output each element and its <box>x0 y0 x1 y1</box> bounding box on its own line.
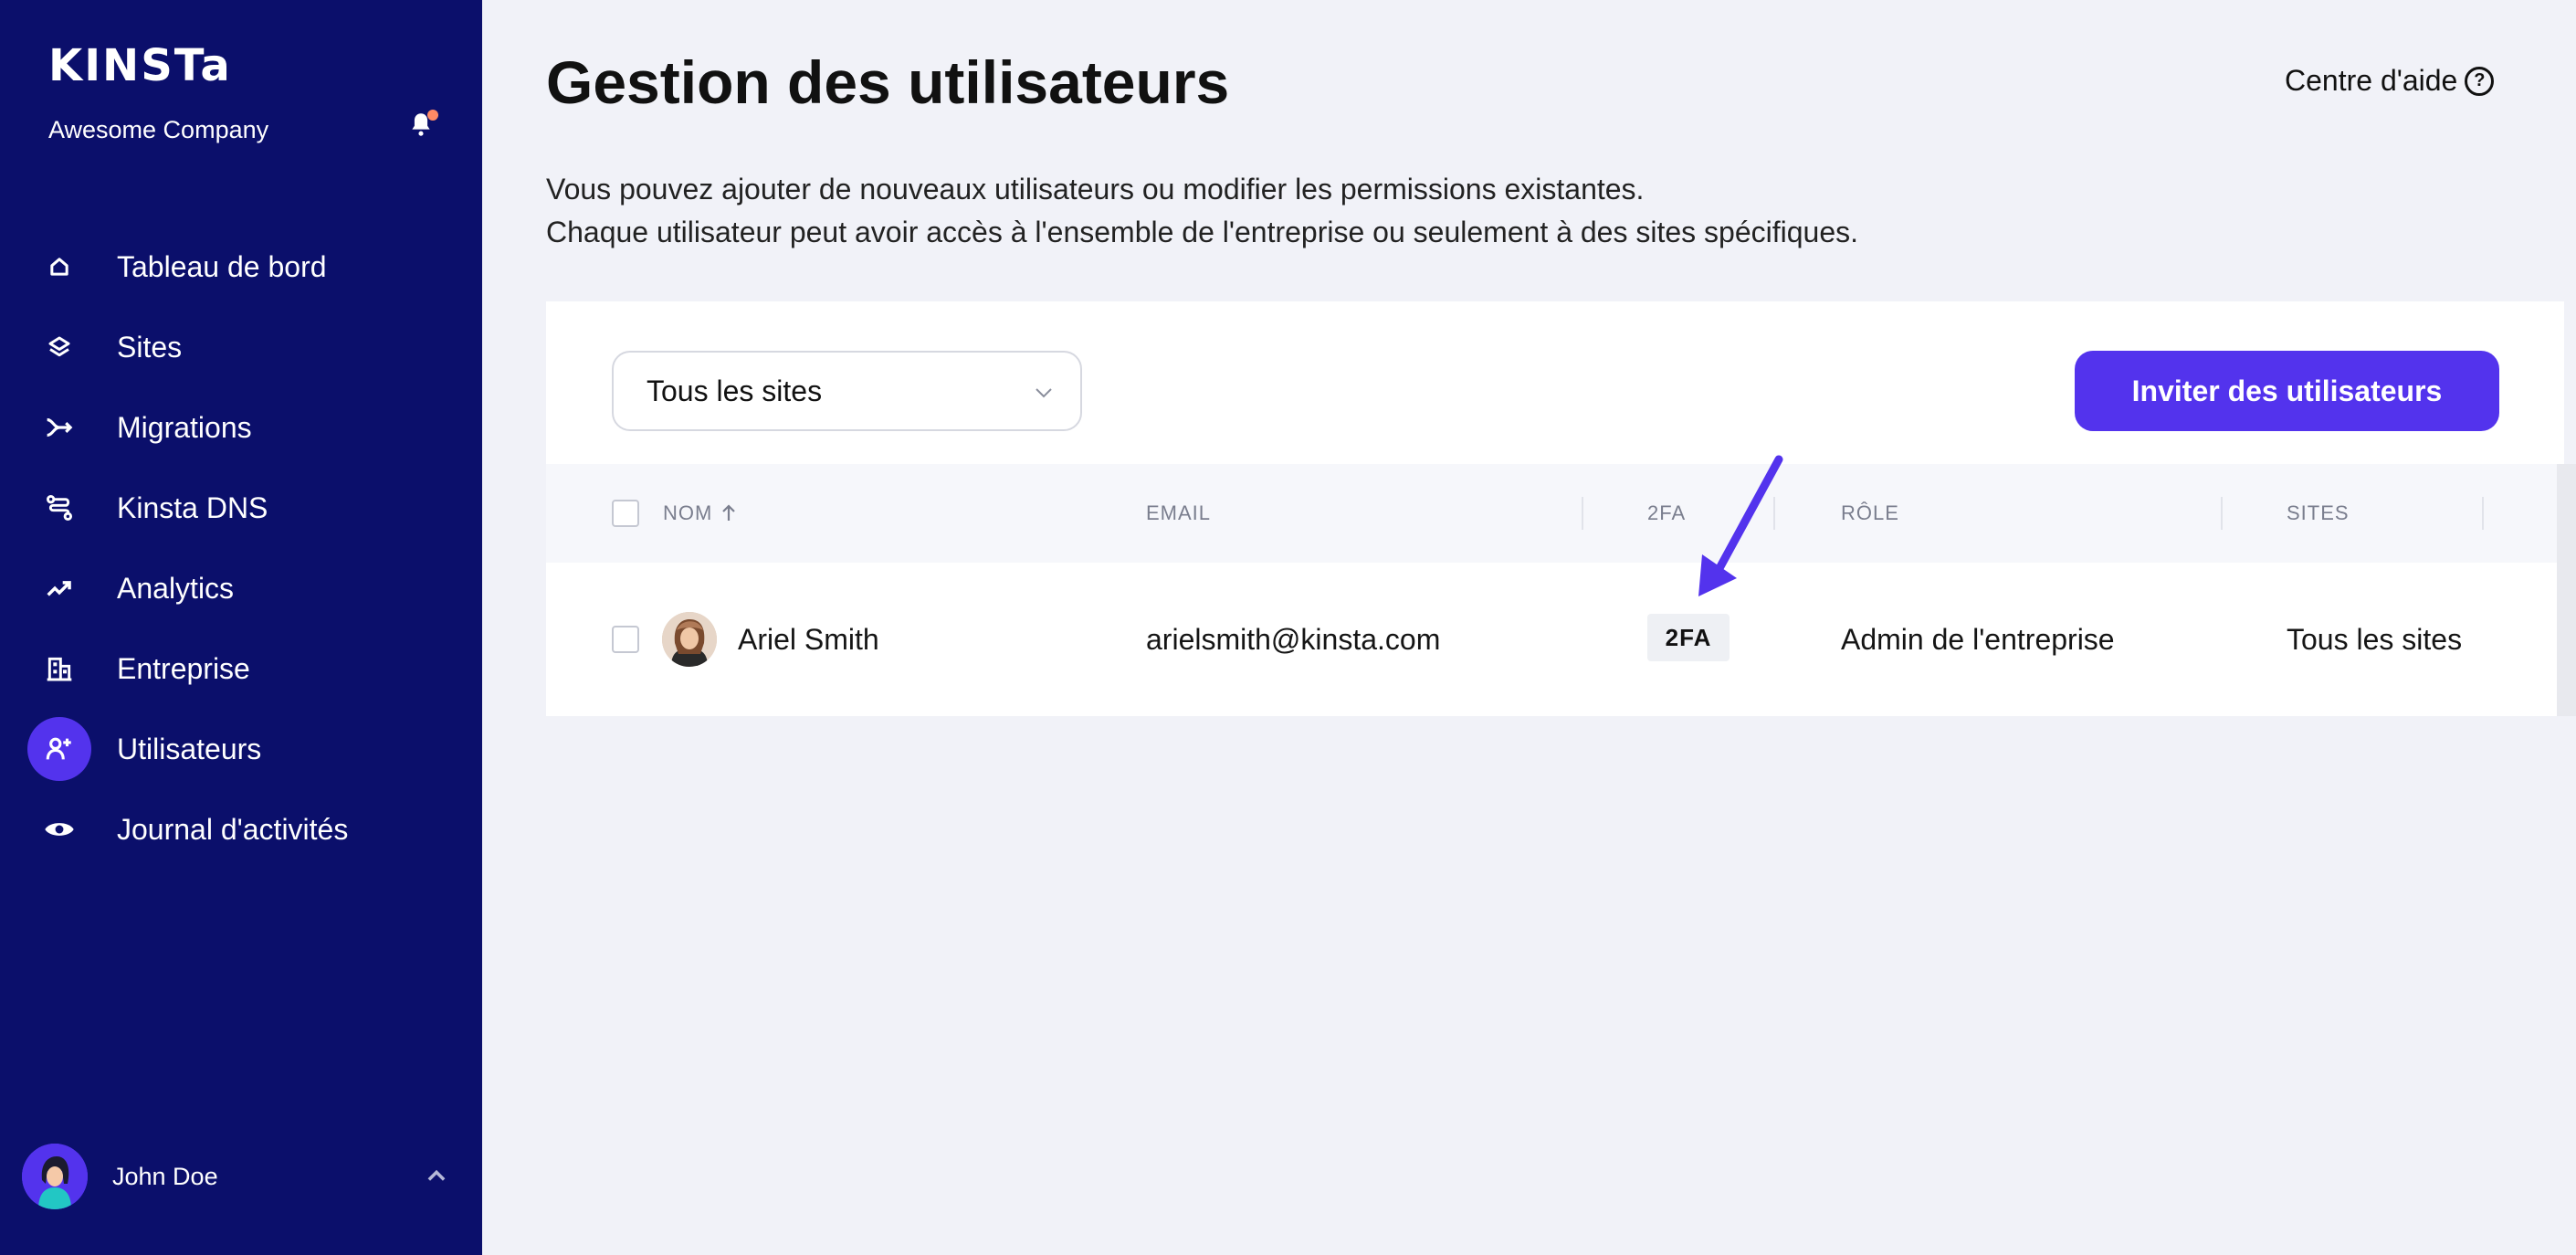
sidebar-item-label: Entreprise <box>117 651 250 685</box>
column-divider <box>1582 497 1583 530</box>
sidebar-item-dns[interactable]: Kinsta DNS <box>0 468 482 548</box>
description-line: Chaque utilisateur peut avoir accès à l'… <box>546 216 1859 248</box>
sort-ascending-icon[interactable] <box>720 503 738 523</box>
column-header-name[interactable]: NOM <box>663 464 738 563</box>
column-header-email: EMAIL <box>1146 464 1211 563</box>
user-name-cell: Ariel Smith <box>738 622 879 656</box>
sidebar-item-sites[interactable]: Sites <box>0 307 482 387</box>
annotation-arrow-icon <box>1698 455 1783 596</box>
sidebar-item-analytics[interactable]: Analytics <box>0 548 482 628</box>
page-description: Vous pouvez ajouter de nouveaux utilisat… <box>546 168 1858 254</box>
site-filter-select[interactable]: Tous les sites <box>612 351 1082 431</box>
avatar[interactable] <box>22 1144 88 1209</box>
column-label: RÔLE <box>1841 501 1899 524</box>
sidebar-item-label: Tableau de bord <box>117 249 327 283</box>
sidebar-item-label: Kinsta DNS <box>117 490 268 524</box>
sidebar-item-activity-log[interactable]: Journal d'activités <box>0 789 482 870</box>
sidebar-item-label: Sites <box>117 330 183 364</box>
column-label: SITES <box>2287 501 2350 524</box>
column-divider <box>2221 497 2223 530</box>
sidebar-item-label: Analytics <box>117 571 235 605</box>
trend-icon <box>27 556 91 620</box>
kinsta-logo[interactable]: KINSTa <box>48 40 232 91</box>
2fa-badge: 2FA <box>1647 614 1730 661</box>
notification-dot <box>427 110 438 121</box>
column-label: NOM <box>663 501 713 524</box>
invite-users-button[interactable]: Inviter des utilisateurs <box>2075 351 2499 431</box>
row-checkbox[interactable] <box>612 626 639 653</box>
page-title: Gestion des utilisateurs <box>546 48 1230 116</box>
site-filter-value: Tous les sites <box>647 374 823 407</box>
avatar <box>662 612 717 667</box>
user-role-cell: Admin de l'entreprise <box>1841 622 2115 656</box>
table-row[interactable]: Ariel Smith arielsmith@kinsta.com 2FA Ad… <box>546 563 2564 716</box>
building-icon <box>27 637 91 701</box>
column-divider <box>2482 497 2484 530</box>
company-name[interactable]: Awesome Company <box>48 116 268 144</box>
question-icon: ? <box>2465 66 2495 96</box>
chevron-up-icon[interactable] <box>424 1164 449 1189</box>
column-header-role: RÔLE <box>1841 464 1899 563</box>
sidebar-item-migrations[interactable]: Migrations <box>0 387 482 468</box>
user-email-cell: arielsmith@kinsta.com <box>1146 622 1441 656</box>
user-sites-cell: Tous les sites <box>2287 622 2463 656</box>
sidebar-item-label: Utilisateurs <box>117 732 262 765</box>
sidebar-item-users[interactable]: Utilisateurs <box>0 709 482 789</box>
sidebar: KINSTa Awesome Company Tableau de bord S… <box>0 0 482 1255</box>
home-icon <box>27 235 91 299</box>
sidebar-item-company[interactable]: Entreprise <box>0 628 482 709</box>
sidebar-item-dashboard[interactable]: Tableau de bord <box>0 227 482 307</box>
help-center-link[interactable]: Centre d'aide ? <box>2285 64 2495 98</box>
description-line: Vous pouvez ajouter de nouveaux utilisat… <box>546 173 1645 206</box>
chevron-down-icon <box>1036 388 1052 398</box>
user-menu[interactable]: John Doe <box>22 1144 460 1209</box>
sidebar-item-label: Migrations <box>117 410 252 444</box>
table-header: NOM EMAIL 2FA RÔLE SITES <box>546 464 2564 563</box>
help-center-label: Centre d'aide <box>2285 64 2458 97</box>
select-all-checkbox[interactable] <box>612 500 639 527</box>
dns-icon <box>27 476 91 540</box>
add-user-icon <box>27 717 91 781</box>
column-header-sites: SITES <box>2287 464 2350 563</box>
layers-icon <box>27 315 91 379</box>
scrollbar[interactable] <box>2557 464 2576 716</box>
user-name: John Doe <box>112 1163 218 1190</box>
column-label: EMAIL <box>1146 501 1212 524</box>
migrate-icon <box>27 395 91 459</box>
users-card: Tous les sites Inviter des utilisateurs … <box>546 301 2564 716</box>
sidebar-nav: Tableau de bord Sites Migrations Kinsta … <box>0 227 482 870</box>
eye-icon <box>27 797 91 861</box>
sidebar-item-label: Journal d'activités <box>117 812 349 846</box>
